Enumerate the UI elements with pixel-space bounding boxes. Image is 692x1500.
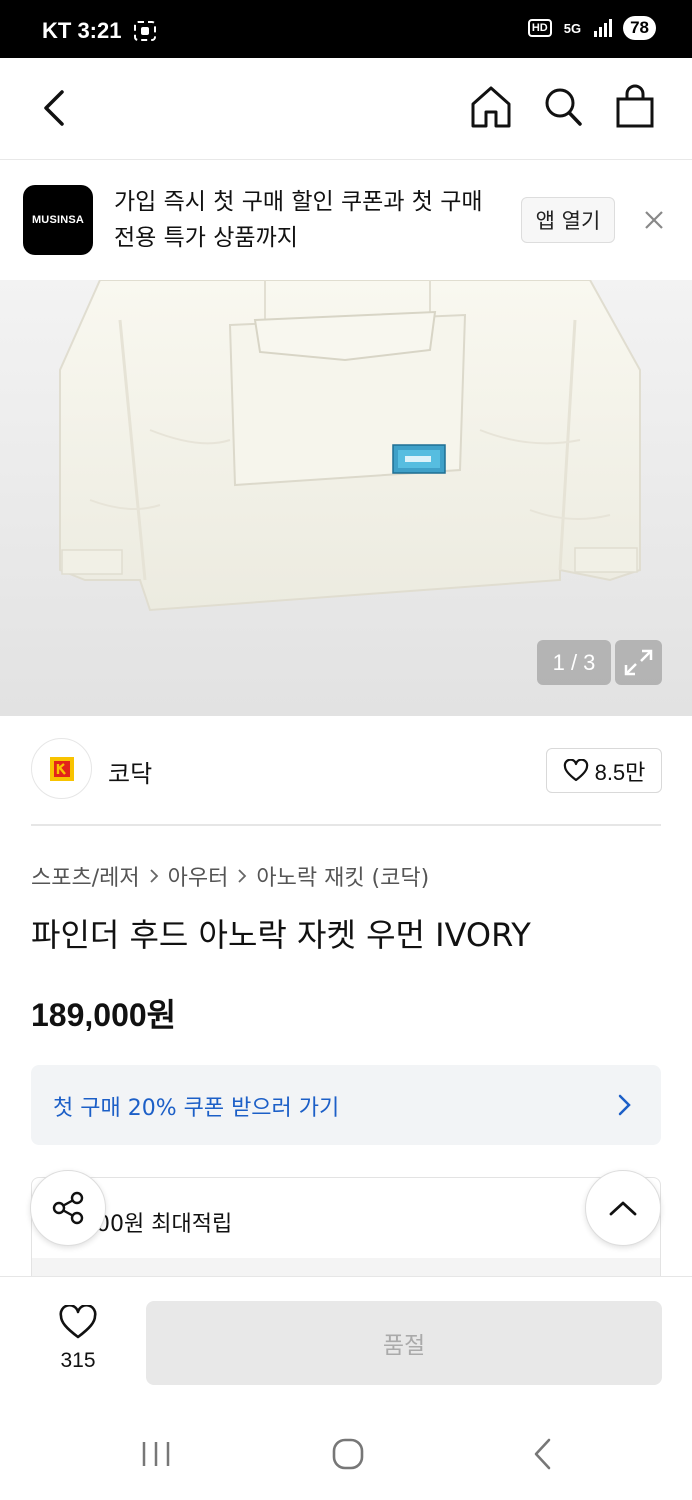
breadcrumb-level2[interactable]: 아우터 xyxy=(168,860,229,892)
screen-record-icon xyxy=(134,21,157,41)
home-circle-icon xyxy=(332,1438,364,1470)
shopping-bag-icon xyxy=(616,84,654,128)
breadcrumb: 스포츠/레저 아우터 아노락 재킷 (코닥) xyxy=(31,860,429,892)
breadcrumb-level3[interactable]: 아노락 재킷 (코닥) xyxy=(256,860,429,892)
wishlist-button[interactable]: 315 xyxy=(50,1303,106,1373)
product-price: 189,000원 xyxy=(31,997,177,1033)
fullscreen-button[interactable] xyxy=(615,640,662,685)
points-label: 00원 최대적립 xyxy=(96,1212,233,1237)
top-nav xyxy=(0,58,692,160)
search-icon xyxy=(545,88,582,126)
network-badge: 5G xyxy=(563,20,582,36)
recent-apps-button[interactable] xyxy=(136,1434,176,1474)
first-purchase-coupon[interactable]: 첫 구매 20% 쿠폰 받으러 가기 xyxy=(31,1065,661,1145)
back-nav-icon xyxy=(534,1438,551,1470)
open-app-button[interactable]: 앱 열기 xyxy=(521,197,615,243)
heart-icon xyxy=(59,1303,97,1339)
home-icon xyxy=(471,86,511,128)
scroll-top-button[interactable] xyxy=(585,1170,661,1246)
image-pager: 1 / 3 xyxy=(537,640,611,685)
back-nav-button[interactable] xyxy=(524,1434,564,1474)
carrier-time: KT 3:21 xyxy=(42,18,122,43)
close-icon xyxy=(645,211,663,229)
breadcrumb-level1[interactable]: 스포츠/레저 xyxy=(31,860,140,892)
close-banner-button[interactable] xyxy=(638,204,670,236)
status-bar: KT 3:21 HD 5G 78 xyxy=(0,0,692,58)
banner-message: 가입 즉시 첫 구매 할인 쿠폰과 첫 구매 전용 특가 상품까지 xyxy=(114,189,483,251)
coupon-label: 첫 구매 20% 쿠폰 받으러 가기 xyxy=(53,1096,340,1121)
chevron-left-icon xyxy=(44,90,64,126)
search-button[interactable] xyxy=(542,84,584,130)
product-title: 파인더 후드 아노락 자켓 우먼 IVORY xyxy=(31,916,531,954)
chevron-right-icon xyxy=(149,869,158,883)
app-install-banner: MUSINSA 가입 즉시 첫 구매 할인 쿠폰과 첫 구매 전용 특가 상품까… xyxy=(0,160,692,280)
status-left: KT 3:21 xyxy=(42,18,157,44)
heart-icon xyxy=(563,758,588,781)
points-info: 00원 최대적립 xyxy=(31,1177,661,1278)
chevron-up-icon xyxy=(609,1201,637,1216)
brand-row: 코닥 8.5만 xyxy=(0,716,692,826)
hd-badge: HD xyxy=(527,19,552,37)
points-bar xyxy=(32,1258,660,1278)
share-icon xyxy=(52,1191,84,1225)
musinsa-logo: MUSINSA xyxy=(23,185,93,255)
brand-logo[interactable] xyxy=(31,738,92,799)
top-nav-actions xyxy=(470,84,656,130)
brand-like-count: 8.5만 xyxy=(594,759,646,785)
section-divider xyxy=(31,824,661,826)
system-nav-bar xyxy=(0,1410,692,1500)
wishlist-count: 315 xyxy=(60,1349,96,1372)
cart-button[interactable] xyxy=(614,84,656,130)
back-button[interactable] xyxy=(36,86,76,130)
bottom-purchase-bar: 315 품절 xyxy=(0,1276,692,1410)
recent-apps-icon xyxy=(142,1442,170,1466)
home-button[interactable] xyxy=(470,84,512,130)
brand-like-button[interactable]: 8.5만 xyxy=(546,748,662,793)
share-button[interactable] xyxy=(30,1170,106,1246)
home-nav-button[interactable] xyxy=(328,1434,368,1474)
battery-level: 78 xyxy=(623,16,656,40)
chevron-right-icon xyxy=(618,1094,631,1116)
signal-icon xyxy=(594,19,613,37)
kodak-logo-icon xyxy=(49,756,74,781)
status-right: HD 5G 78 xyxy=(527,16,656,40)
brand-name[interactable]: 코닥 xyxy=(108,754,152,789)
expand-icon xyxy=(624,649,653,676)
soldout-button[interactable]: 품절 xyxy=(146,1301,662,1385)
chevron-right-icon xyxy=(238,869,247,883)
